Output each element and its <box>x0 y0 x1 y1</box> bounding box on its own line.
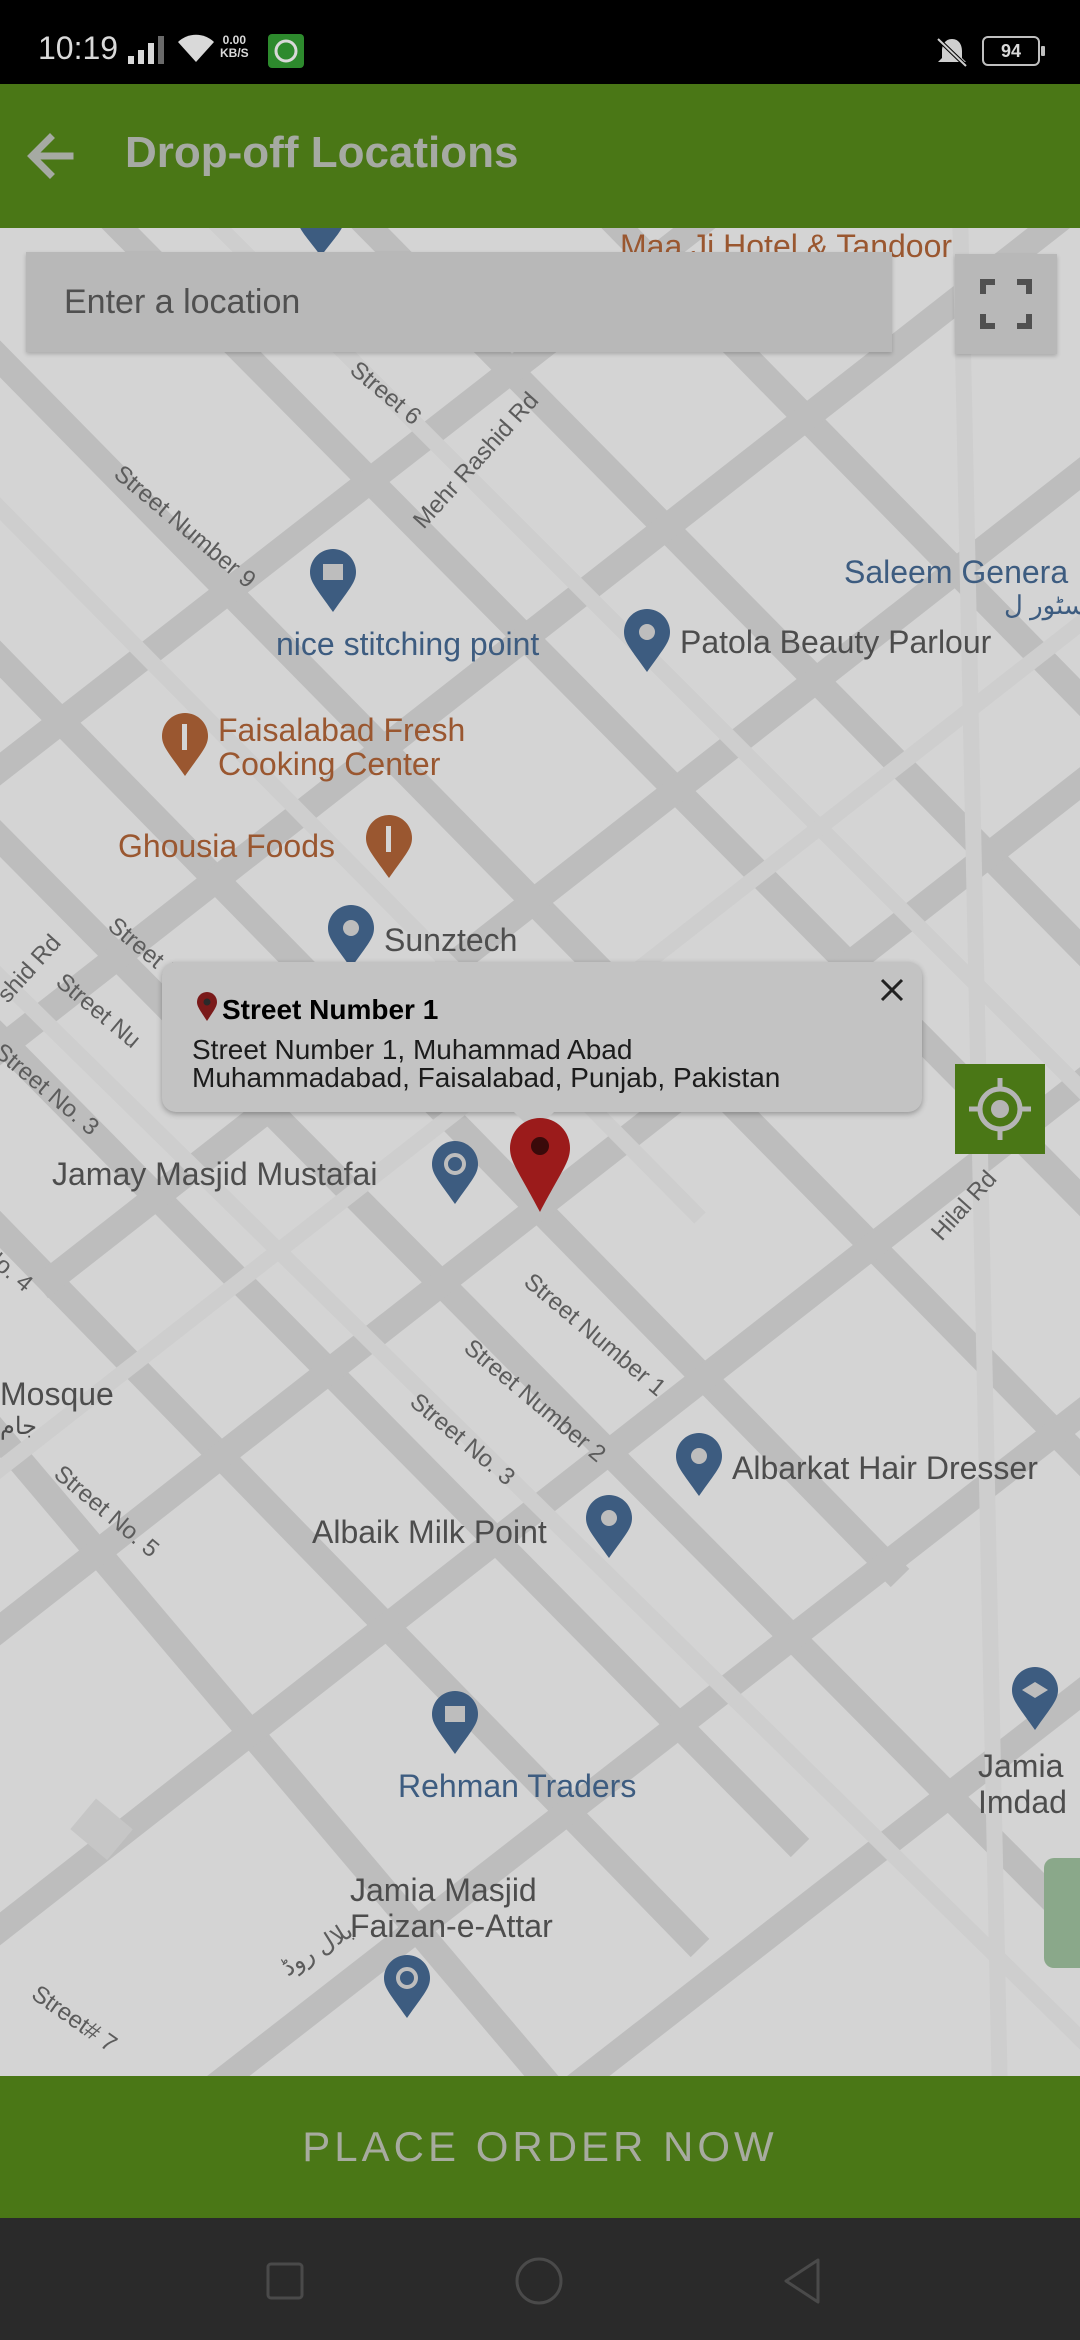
restaurant-pin-icon <box>366 815 412 878</box>
recents-button[interactable] <box>258 2254 312 2308</box>
place-order-button[interactable]: PLACE ORDER NOW <box>0 2076 1080 2218</box>
mosque-pin-icon <box>384 1955 430 2018</box>
circle-icon <box>515 2257 563 2305</box>
place-pin-icon <box>624 609 670 672</box>
fullscreen-button[interactable] <box>955 254 1057 354</box>
place-label: Faisalabad Fresh <box>218 712 466 748</box>
home-button[interactable] <box>512 2254 566 2308</box>
status-bar: 10:19 0.00 KB/S 94 <box>0 0 1080 84</box>
back-nav-button[interactable] <box>776 2254 830 2308</box>
crosshair-icon <box>969 1078 1031 1140</box>
place-label: Albaik Milk Point <box>312 1514 547 1550</box>
close-icon <box>880 978 904 1002</box>
app-bar: Drop-off Locations <box>0 84 1080 228</box>
info-window: Street Number 1 Street Number 1, Muhamma… <box>162 962 922 1132</box>
place-label: سٹور ل <box>1004 590 1080 620</box>
network-speed-unit: KB/S <box>220 46 249 60</box>
place-label: Mosque <box>0 1376 114 1412</box>
square-icon <box>266 2262 304 2300</box>
place-label: Saleem Genera <box>844 554 1069 590</box>
battery-icon: 94 <box>982 36 1045 66</box>
place-label: Ghousia Foods <box>118 828 336 864</box>
arrow-left-icon <box>27 133 74 179</box>
signal-icon <box>128 36 164 64</box>
location-pin-icon <box>197 992 217 1021</box>
selected-location-marker-icon[interactable] <box>508 1118 572 1214</box>
place-pin-icon <box>328 905 374 968</box>
my-location-button[interactable] <box>955 1064 1045 1154</box>
back-button[interactable] <box>12 118 88 194</box>
map-view[interactable]: Street 6 Mehr Rashid Rd Street Number 9 … <box>0 228 1080 2076</box>
page-title: Drop-off Locations <box>125 128 519 177</box>
info-window-title: Street Number 1 <box>222 994 439 1025</box>
network-speed: 0.00 KB/S <box>220 34 249 60</box>
place-label: Rehman Traders <box>398 1768 637 1804</box>
place-label: جام <box>0 1413 38 1440</box>
search-input[interactable] <box>26 252 892 352</box>
wifi-icon <box>178 34 214 62</box>
whatsapp-icon <box>268 34 304 68</box>
place-label: nice stitching point <box>276 626 540 662</box>
place-label: Sunztech <box>384 922 518 958</box>
muted-bell-icon <box>936 37 968 68</box>
place-pin-icon <box>676 1433 722 1496</box>
fullscreen-icon <box>980 279 1032 329</box>
shopping-pin-icon <box>432 1691 478 1754</box>
place-label: Cooking Center <box>218 746 441 782</box>
status-time: 10:19 <box>38 30 119 66</box>
info-window-address-line: Muhammadabad, Faisalabad, Punjab, Pakist… <box>192 1062 781 1093</box>
mosque-pin-icon <box>432 1141 478 1204</box>
restaurant-pin-icon <box>162 713 208 776</box>
place-label: Jamia <box>978 1748 1064 1784</box>
place-label: Jamia Masjid <box>350 1872 537 1908</box>
close-button[interactable] <box>872 970 912 1010</box>
place-pin-icon <box>586 1495 632 1558</box>
search-box[interactable] <box>26 252 892 352</box>
school-pin-icon <box>1012 1667 1058 1730</box>
place-label: Faizan-e-Attar <box>350 1908 553 1944</box>
place-label: Jamay Masjid Mustafai <box>52 1156 378 1192</box>
triangle-back-icon <box>784 2258 820 2304</box>
place-label: Imdad <box>978 1784 1067 1820</box>
place-label: Patola Beauty Parlour <box>680 624 992 660</box>
system-nav-bar <box>0 2218 1080 2340</box>
shopping-pin-icon <box>310 549 356 612</box>
place-label: Albarkat Hair Dresser <box>732 1450 1038 1486</box>
